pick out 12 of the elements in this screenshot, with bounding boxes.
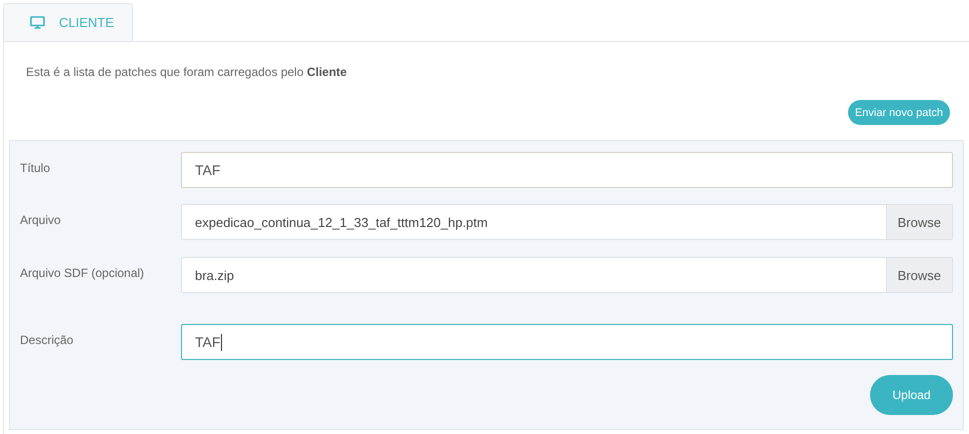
field-label: Arquivo SDF (opcional): [20, 265, 146, 282]
browse-button[interactable]: Browse: [886, 205, 952, 239]
browse-button[interactable]: Browse: [886, 258, 952, 292]
input-field[interactable]: TAF: [181, 152, 953, 188]
file-field[interactable]: bra.zip Browse: [181, 257, 953, 293]
field-label: Descrição: [20, 332, 74, 349]
file-field[interactable]: expedicao_continua_12_1_33_taf_tttm120_hp.ptm Browse: [181, 204, 953, 240]
input-field[interactable]: TAF: [181, 324, 953, 360]
field-label: Título: [20, 160, 52, 177]
monitor-icon: [30, 16, 45, 29]
intro-text: Esta é a lista de patches que foram carregados pelo Cliente: [25, 64, 348, 81]
field-label: Arquivo: [20, 212, 62, 229]
